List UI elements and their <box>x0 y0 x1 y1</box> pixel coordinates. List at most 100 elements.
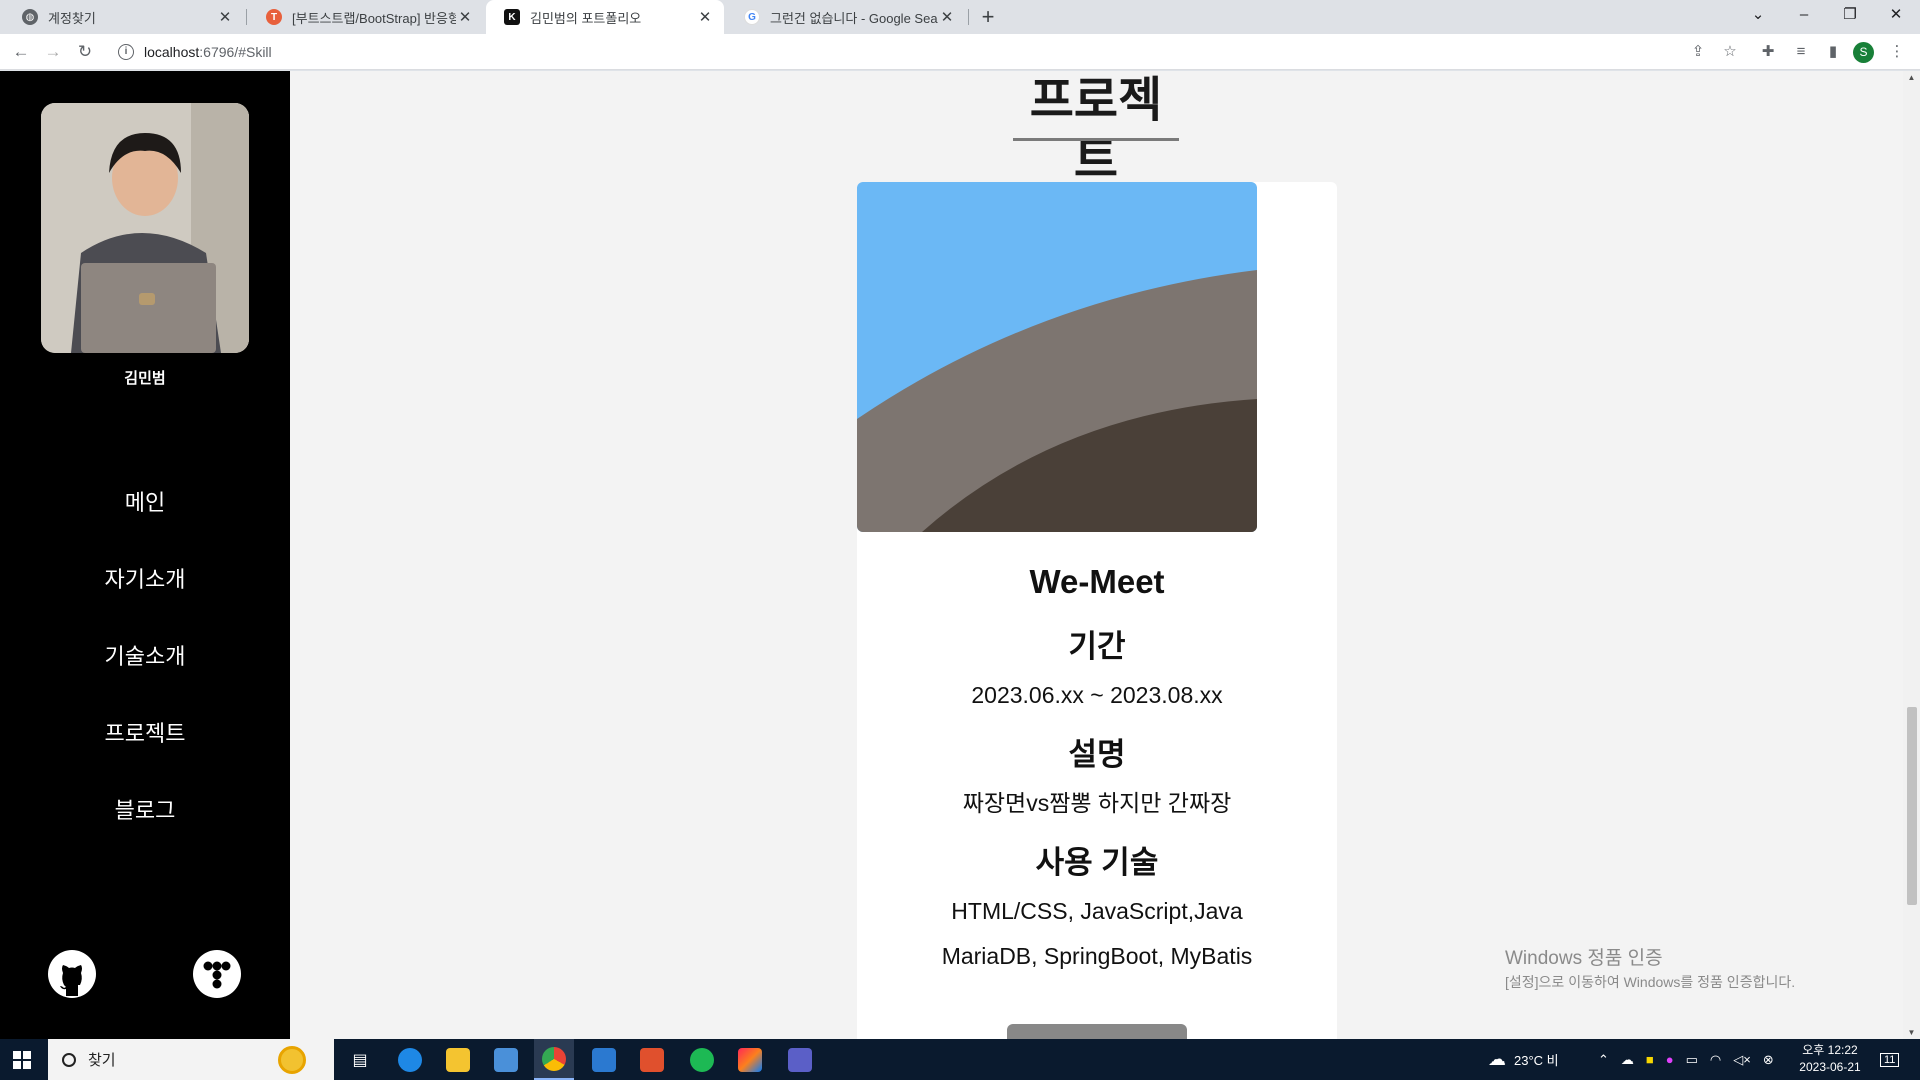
watermark-line-2: [설정]으로 이동하여 Windows를 정품 인증합니다. <box>1505 974 1796 990</box>
scroll-up-arrow-icon[interactable]: ▲ <box>1903 73 1920 82</box>
project-title: We-Meet <box>1029 563 1165 600</box>
intellij-icon[interactable] <box>730 1039 770 1080</box>
globe-icon: ◍ <box>22 9 38 25</box>
k-logo-icon: K <box>504 9 520 25</box>
taskbar-search[interactable]: 찾기 <box>48 1039 334 1080</box>
app-tray-icon[interactable]: ● <box>1666 1052 1674 1067</box>
tech-heading: 사용 기술 <box>1035 845 1159 880</box>
close-tab-icon[interactable]: ✕ <box>456 8 474 26</box>
sun-weather-icon <box>278 1046 306 1074</box>
project-thumbnail <box>857 182 1257 532</box>
windows-logo-icon <box>13 1050 31 1069</box>
side-nav: 메인 자기소개 기술소개 프로젝트 블로그 <box>0 485 290 870</box>
tab-search-button[interactable]: ⌄ <box>1735 0 1781 34</box>
store-icon[interactable] <box>486 1039 526 1080</box>
chevron-up-icon[interactable]: ⌃ <box>1598 1052 1609 1068</box>
profile-avatar[interactable]: S <box>1853 42 1874 63</box>
close-tab-icon[interactable]: ✕ <box>216 8 234 26</box>
onedrive-icon[interactable]: ☁ <box>1621 1052 1634 1068</box>
battery-icon[interactable]: ▭ <box>1686 1052 1698 1068</box>
page-viewport: 김민범 메인 자기소개 기술소개 프로젝트 블로그 프로젝트 We-Meet 기… <box>0 71 1920 1039</box>
windows-taskbar: 찾기 ▤ ☁ 23°C 비 ⌃ ☁ ■ ● ▭ ◠ ◁× ⊗ 오후 12:22 … <box>0 1039 1920 1080</box>
tab-portfolio[interactable]: K 김민범의 포트폴리오 ✕ <box>486 0 724 34</box>
extensions-puzzle-icon[interactable]: ✚ <box>1755 39 1781 65</box>
tab-title: 김민범의 포트폴리오 <box>530 10 642 26</box>
new-tab-button[interactable]: + <box>975 4 1001 30</box>
notification-center[interactable]: 11 <box>1880 1039 1900 1080</box>
tech-stack-line-2: MariaDB, SpringBoot, MyBatis <box>941 943 1253 969</box>
clock-date: 2023-06-21 <box>1799 1060 1861 1074</box>
weather-text: 23°C 비 <box>1514 1053 1559 1068</box>
chrome-icon[interactable] <box>534 1039 574 1080</box>
power-app-icon[interactable] <box>632 1039 672 1080</box>
wifi-icon[interactable]: ◠ <box>1710 1052 1721 1068</box>
windows-activation-watermark: Windows 정품 인증 [설정]으로 이동하여 Windows를 정품 인증… <box>1505 943 1795 992</box>
system-tray: ⌃ ☁ ■ ● ▭ ◠ ◁× ⊗ <box>1598 1039 1774 1080</box>
url-path: :6796/#Skill <box>199 44 272 60</box>
bookmark-star-icon[interactable]: ☆ <box>1717 39 1743 65</box>
tech-stack-line-1: HTML/CSS, JavaScript,Java <box>951 898 1243 924</box>
profile-photo-illustration <box>41 103 249 353</box>
section-title-underline <box>1013 138 1179 141</box>
close-tab-icon[interactable]: ✕ <box>938 8 956 26</box>
period-heading: 기간 <box>1068 629 1126 664</box>
nav-link-skills[interactable]: 기술소개 <box>0 639 290 716</box>
profile-photo <box>41 103 249 353</box>
edge-icon[interactable] <box>390 1039 430 1080</box>
tab-account-find[interactable]: ◍ 계정찾기 ✕ <box>4 0 244 34</box>
url-bar[interactable]: i localhost:6796/#Skill <box>110 38 1720 66</box>
forward-arrow-icon[interactable]: → <box>40 39 66 65</box>
back-arrow-icon[interactable]: ← <box>8 39 34 65</box>
tistory-icon[interactable] <box>192 949 242 999</box>
url-host: localhost <box>144 44 200 60</box>
profile-name: 김민범 <box>124 370 166 387</box>
task-view-icon[interactable]: ▤ <box>340 1039 380 1080</box>
side-panel-icon[interactable]: ▮ <box>1820 39 1846 65</box>
watermark-line-1: Windows 정품 인증 <box>1505 948 1663 969</box>
close-circle-icon[interactable]: ⊗ <box>1763 1052 1774 1068</box>
volume-muted-icon[interactable]: ◁× <box>1733 1052 1751 1068</box>
tistory-icon: T <box>266 9 282 25</box>
reload-icon[interactable]: ↻ <box>72 39 98 65</box>
google-icon: G <box>744 9 760 25</box>
system-clock[interactable]: 오후 12:22 2023-06-21 <box>1785 1042 1875 1076</box>
tab-title: [부트스트랩/BootStrap] 반응형 <box>292 10 456 26</box>
scroll-down-arrow-icon[interactable]: ▼ <box>1903 1028 1920 1037</box>
project-details: We-Meet 기간 2023.06.xx ~ 2023.08.xx 설명 짜장… <box>857 532 1337 971</box>
page-scrollbar[interactable]: ▲ ▼ <box>1903 71 1920 1039</box>
restore-button[interactable]: ❐ <box>1827 0 1873 34</box>
close-window-button[interactable]: ✕ <box>1873 0 1919 34</box>
file-explorer-icon[interactable] <box>438 1039 478 1080</box>
menu-kebab-icon[interactable]: ⋮ <box>1884 39 1910 65</box>
nav-link-main[interactable]: 메인 <box>0 485 290 562</box>
github-icon[interactable] <box>47 949 97 999</box>
media-control-icon[interactable]: ≡ <box>1788 39 1814 65</box>
project-link-button[interactable] <box>1007 1024 1187 1039</box>
section-title: 프로젝트 <box>1029 74 1163 187</box>
start-button[interactable] <box>0 1039 44 1080</box>
music-app-icon[interactable] <box>780 1039 820 1080</box>
minimize-button[interactable]: – <box>1781 0 1827 34</box>
description-heading: 설명 <box>1068 737 1126 772</box>
tab-title: 그런건 없습니다 - Google Search <box>770 10 938 26</box>
share-icon[interactable]: ⇪ <box>1685 39 1711 65</box>
spotify-icon[interactable] <box>682 1039 722 1080</box>
tab-bootstrap[interactable]: T [부트스트랩/BootStrap] 반응형 ✕ <box>248 0 484 34</box>
tab-title: 계정찾기 <box>48 10 96 26</box>
browser-tab-strip: ◍ 계정찾기 ✕ T [부트스트랩/BootStrap] 반응형 ✕ K 김민범… <box>0 0 1920 34</box>
nav-link-projects[interactable]: 프로젝트 <box>0 716 290 793</box>
clock-time: 오후 12:22 <box>1802 1043 1858 1057</box>
tab-google-search[interactable]: G 그런건 없습니다 - Google Search ✕ <box>726 0 966 34</box>
site-info-icon[interactable]: i <box>118 44 134 60</box>
scrollbar-thumb[interactable] <box>1907 707 1917 905</box>
kakaotalk-icon[interactable]: ■ <box>1646 1052 1654 1067</box>
rain-cloud-icon: ☁ <box>1488 1049 1506 1069</box>
mail-icon[interactable] <box>584 1039 624 1080</box>
tab-divider <box>246 9 247 25</box>
weather-widget[interactable]: ☁ 23°C 비 <box>1488 1039 1559 1080</box>
project-period: 2023.06.xx ~ 2023.08.xx <box>971 682 1223 708</box>
close-tab-icon[interactable]: ✕ <box>696 8 714 26</box>
tab-divider <box>968 9 969 25</box>
nav-link-blog[interactable]: 블로그 <box>0 793 290 870</box>
nav-link-about[interactable]: 자기소개 <box>0 562 290 639</box>
